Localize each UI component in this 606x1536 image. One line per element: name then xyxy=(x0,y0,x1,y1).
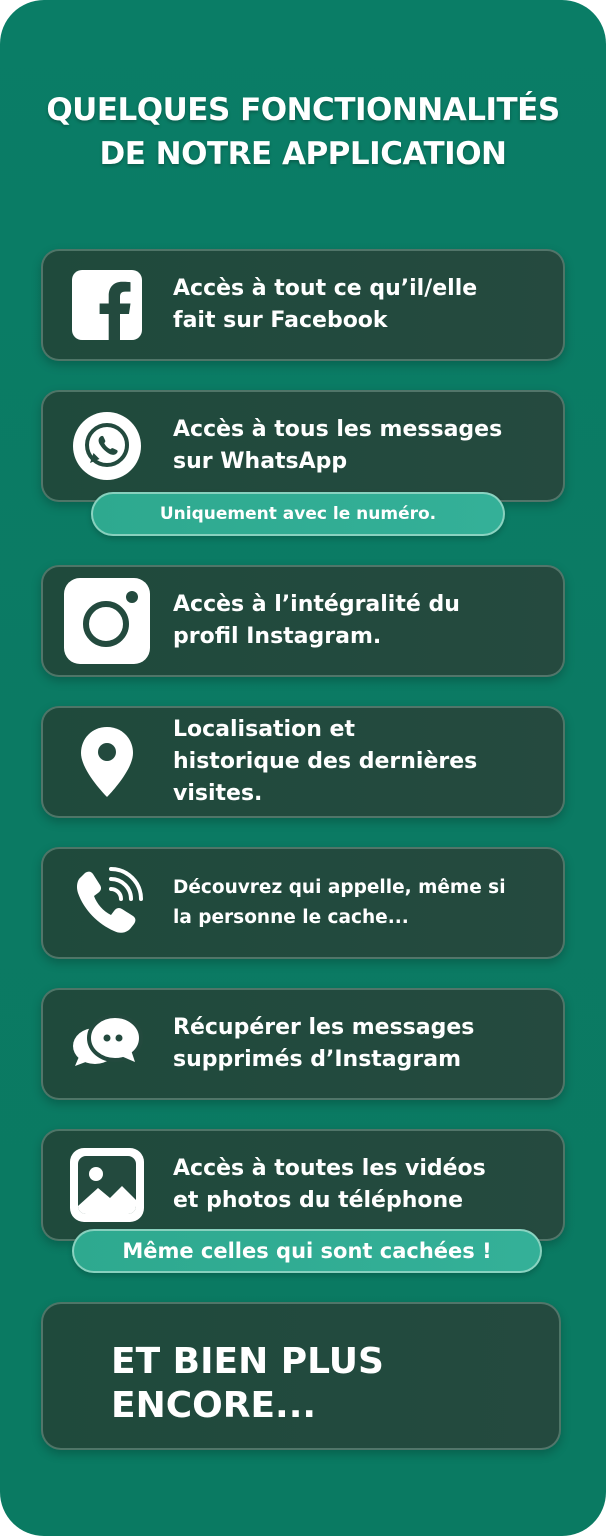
feature-text-line: la personne le cache... xyxy=(173,907,409,928)
page-title: QUELQUES FONCTIONNALITÉS DE NOTRE APPLIC… xyxy=(0,88,606,176)
title-line-1: QUELQUES FONCTIONNALITÉS xyxy=(46,92,560,128)
feature-text-line: historique des dernières xyxy=(173,749,478,774)
phone-call-icon xyxy=(61,857,153,949)
feature-text-line: sur WhatsApp xyxy=(173,449,348,474)
feature-card-whatsapp: Accès à tous les messages sur WhatsApp xyxy=(41,390,565,502)
feature-text-line: Accès à tout ce qu’il/elle xyxy=(173,276,478,301)
gallery-note-badge: Même celles qui sont cachées ! xyxy=(72,1229,542,1273)
feature-text-line: profil Instagram. xyxy=(173,624,382,649)
whatsapp-icon xyxy=(61,400,153,492)
instagram-icon xyxy=(61,575,153,667)
feature-card-location: Localisation et historique des dernières… xyxy=(41,706,565,818)
feature-text-line: Récupérer les messages xyxy=(173,1015,475,1040)
features-panel: QUELQUES FONCTIONNALITÉS DE NOTRE APPLIC… xyxy=(0,0,606,1536)
more-line-1: ET BIEN PLUS xyxy=(111,1341,384,1382)
whatsapp-note-badge: Uniquement avec le numéro. xyxy=(91,492,505,536)
feature-text-line: Accès à l’intégralité du xyxy=(173,592,460,617)
more-line-2: ENCORE... xyxy=(111,1385,317,1426)
feature-card-instagram: Accès à l’intégralité du profil Instagra… xyxy=(41,565,565,677)
title-line-2: DE NOTRE APPLICATION xyxy=(99,136,507,172)
feature-card-calls: Découvrez qui appelle, même si la person… xyxy=(41,847,565,959)
chat-bubbles-icon xyxy=(61,998,153,1090)
and-much-more-card: ET BIEN PLUS ENCORE... xyxy=(41,1302,561,1450)
feature-text-line: et photos du téléphone xyxy=(173,1188,464,1213)
feature-text-line: Découvrez qui appelle, même si xyxy=(173,877,506,898)
location-pin-icon xyxy=(61,716,153,808)
feature-card-deleted-messages: Récupérer les messages supprimés d’Insta… xyxy=(41,988,565,1100)
feature-text-line: visites. xyxy=(173,781,263,806)
feature-text-line: supprimés d’Instagram xyxy=(173,1047,462,1072)
feature-text-line: Accès à tous les messages xyxy=(173,417,503,442)
feature-text-line: fait sur Facebook xyxy=(173,308,388,333)
facebook-icon xyxy=(61,259,153,351)
feature-card-gallery: Accès à toutes les vidéos et photos du t… xyxy=(41,1129,565,1241)
feature-text-line: Accès à toutes les vidéos xyxy=(173,1156,486,1181)
image-icon xyxy=(61,1139,153,1231)
feature-text-line: Localisation et xyxy=(173,717,355,742)
feature-card-facebook: Accès à tout ce qu’il/elle fait sur Face… xyxy=(41,249,565,361)
